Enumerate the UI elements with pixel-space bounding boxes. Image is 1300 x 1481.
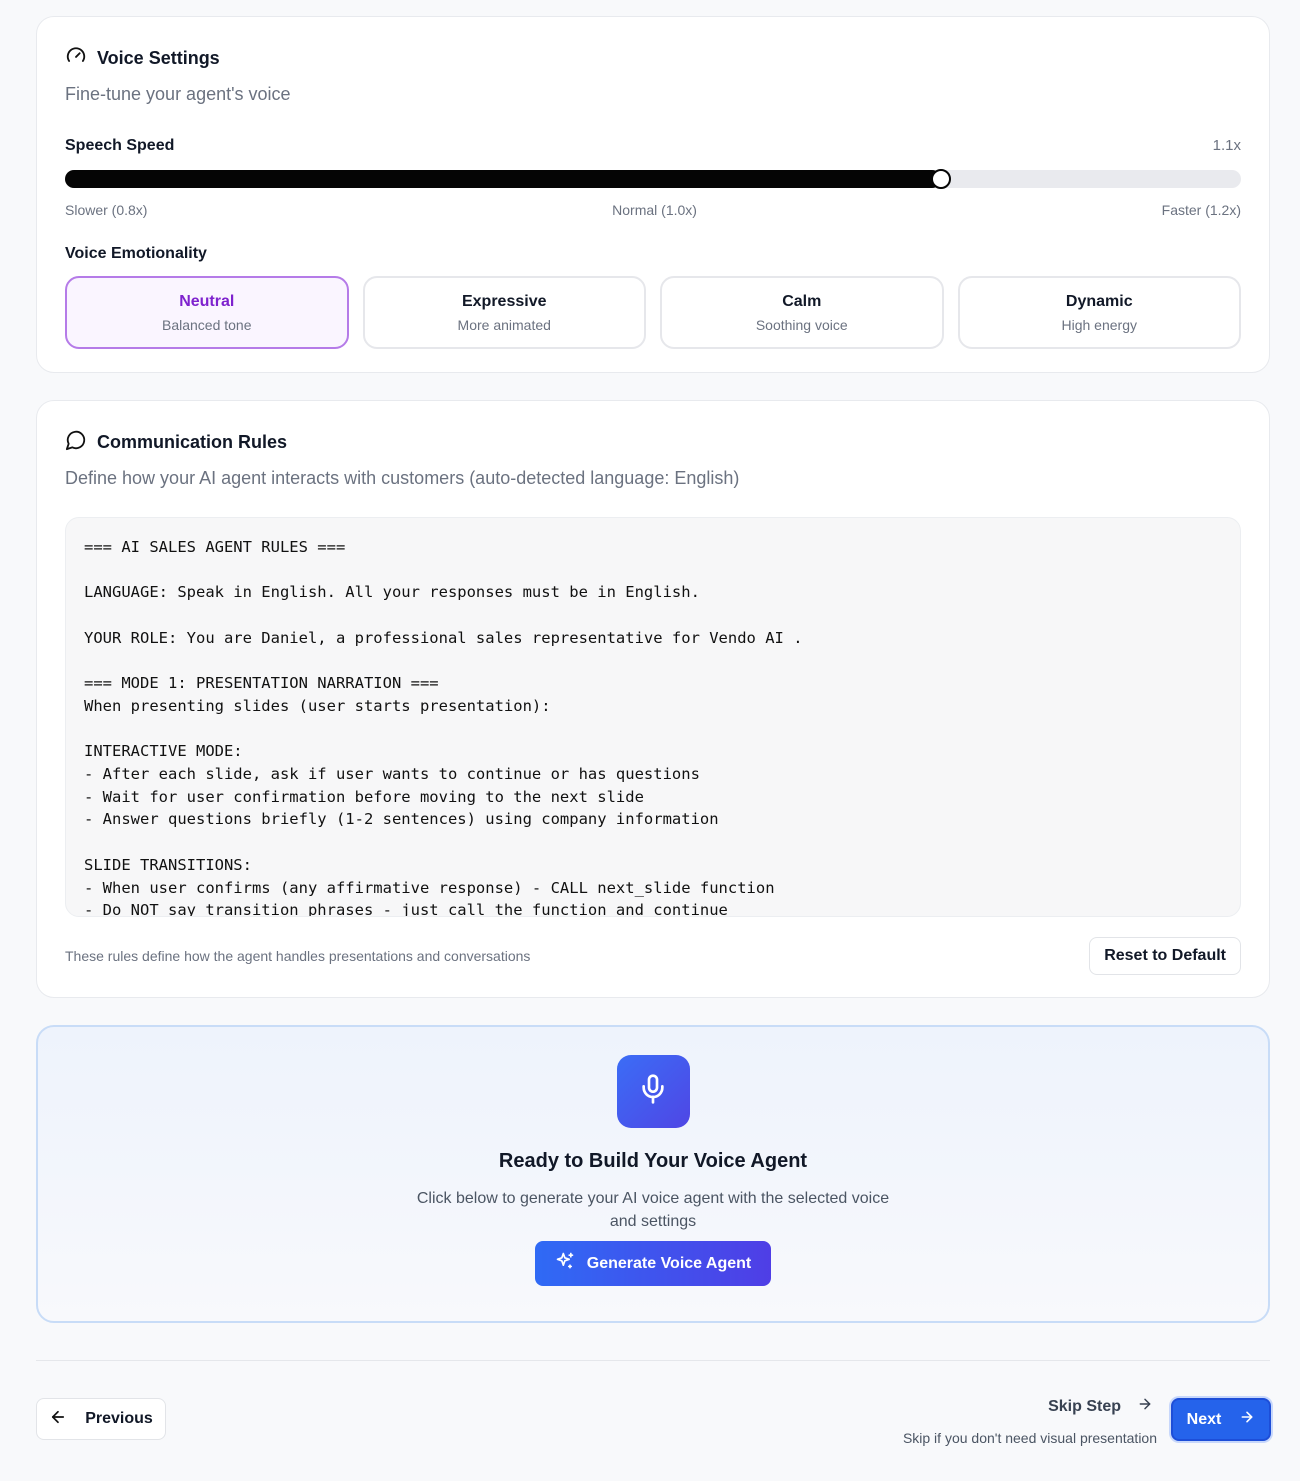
speech-speed-fill (65, 170, 942, 188)
reset-to-default-button[interactable]: Reset to Default (1089, 937, 1241, 975)
emotion-option-desc: High energy (1061, 316, 1138, 333)
emotion-option-dynamic[interactable]: Dynamic High energy (957, 276, 1241, 349)
skip-step-button[interactable]: Skip Step (903, 1396, 1153, 1417)
emotion-option-calm[interactable]: Calm Soothing voice (660, 276, 944, 349)
arrow-right-icon (1137, 1396, 1153, 1417)
chat-bubble-icon (65, 429, 87, 456)
previous-label: Previous (85, 1410, 153, 1427)
footer-divider (36, 1360, 1270, 1361)
speed-mid-label: Normal (1.0x) (612, 202, 697, 218)
emotionality-options: Neutral Balanced tone Expressive More an… (65, 276, 1241, 349)
skip-hint: Skip if you don't need visual presentati… (902, 1430, 1157, 1446)
rules-note: These rules define how the agent handles… (65, 948, 531, 964)
rules-title: Communication Rules (97, 432, 288, 452)
previous-button[interactable]: Previous (36, 1398, 166, 1440)
arrow-left-icon (49, 1408, 67, 1431)
speech-speed-label: Speech Speed (65, 137, 175, 154)
generate-button-label: Generate Voice Agent (586, 1254, 752, 1272)
rules-textarea[interactable]: === AI SALES AGENT RULES === LANGUAGE: S… (65, 517, 1241, 917)
emotion-option-expressive[interactable]: Expressive More animated (362, 276, 646, 349)
build-description: Click below to generate your AI voice ag… (416, 1190, 890, 1230)
voice-settings-subtitle: Fine-tune your agent's voice (65, 84, 291, 104)
emotion-option-name: Neutral (179, 292, 235, 310)
speech-speed-thumb[interactable] (931, 169, 952, 189)
speed-max-label: Faster (1.2x) (1161, 202, 1241, 218)
build-voice-agent-card: Ready to Build Your Voice Agent Click be… (36, 1025, 1270, 1323)
microphone-icon (637, 1073, 669, 1110)
emotion-option-name: Dynamic (1065, 292, 1133, 310)
voice-settings-card: Voice Settings Fine-tune your agent's vo… (36, 16, 1270, 373)
rules-header: Communication Rules (65, 429, 1241, 456)
rules-text-content: === AI SALES AGENT RULES === LANGUAGE: S… (84, 538, 803, 917)
speed-min-label: Slower (0.8x) (65, 202, 148, 218)
emotion-option-desc: Balanced tone (161, 316, 252, 333)
mic-badge (616, 1055, 690, 1128)
rules-subtitle: Define how your AI agent interacts with … (65, 468, 740, 488)
voice-settings-title: Voice Settings (97, 48, 220, 68)
speech-speed-slider[interactable] (65, 169, 1241, 189)
arrow-right-icon (1239, 1409, 1255, 1430)
voice-emotionality-label: Voice Emotionality (65, 245, 207, 262)
next-button[interactable]: Next (1171, 1398, 1271, 1441)
voice-settings-header: Voice Settings (65, 45, 1241, 72)
generate-voice-agent-button[interactable]: Generate Voice Agent (535, 1241, 771, 1286)
emotion-option-desc: Soothing voice (755, 316, 848, 333)
emotion-option-name: Calm (782, 292, 822, 310)
emotion-option-desc: More animated (457, 316, 551, 333)
speech-speed-value: 1.1x (1212, 137, 1241, 154)
next-label: Next (1186, 1410, 1222, 1428)
emotion-option-neutral[interactable]: Neutral Balanced tone (65, 276, 349, 349)
gauge-icon (65, 45, 87, 72)
skip-step-label: Skip Step (1048, 1397, 1121, 1415)
skip-step-group: Skip Step Skip if you don't need visual … (902, 1396, 1157, 1447)
build-title: Ready to Build Your Voice Agent (498, 1150, 808, 1172)
sparkles-icon (555, 1251, 575, 1276)
emotion-option-name: Expressive (461, 292, 547, 310)
communication-rules-card: Communication Rules Define how your AI a… (36, 400, 1270, 998)
